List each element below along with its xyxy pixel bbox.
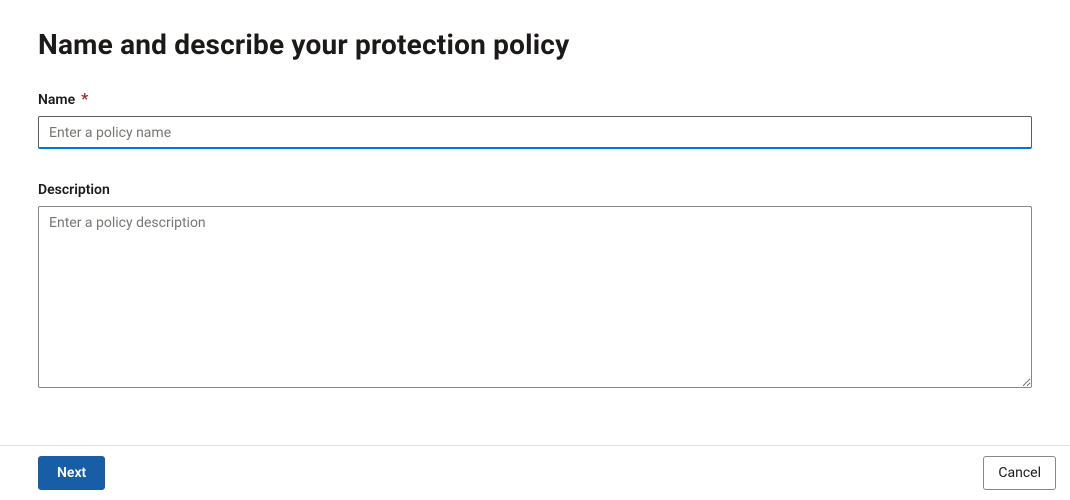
wizard-footer: Next Cancel <box>0 445 1070 500</box>
name-label-row: Name * <box>38 89 1032 116</box>
description-field-group: Description <box>38 179 1032 392</box>
page-title: Name and describe your protection policy <box>38 28 1032 61</box>
cancel-button[interactable]: Cancel <box>983 456 1056 490</box>
required-indicator: * <box>81 89 88 108</box>
description-label-row: Description <box>38 179 1032 206</box>
name-label: Name <box>38 92 75 108</box>
description-label: Description <box>38 182 110 198</box>
policy-description-input[interactable] <box>38 206 1032 388</box>
name-field-group: Name * <box>38 89 1032 149</box>
form-content: Name and describe your protection policy… <box>0 0 1070 392</box>
next-button[interactable]: Next <box>38 456 105 490</box>
policy-name-input[interactable] <box>38 116 1032 149</box>
